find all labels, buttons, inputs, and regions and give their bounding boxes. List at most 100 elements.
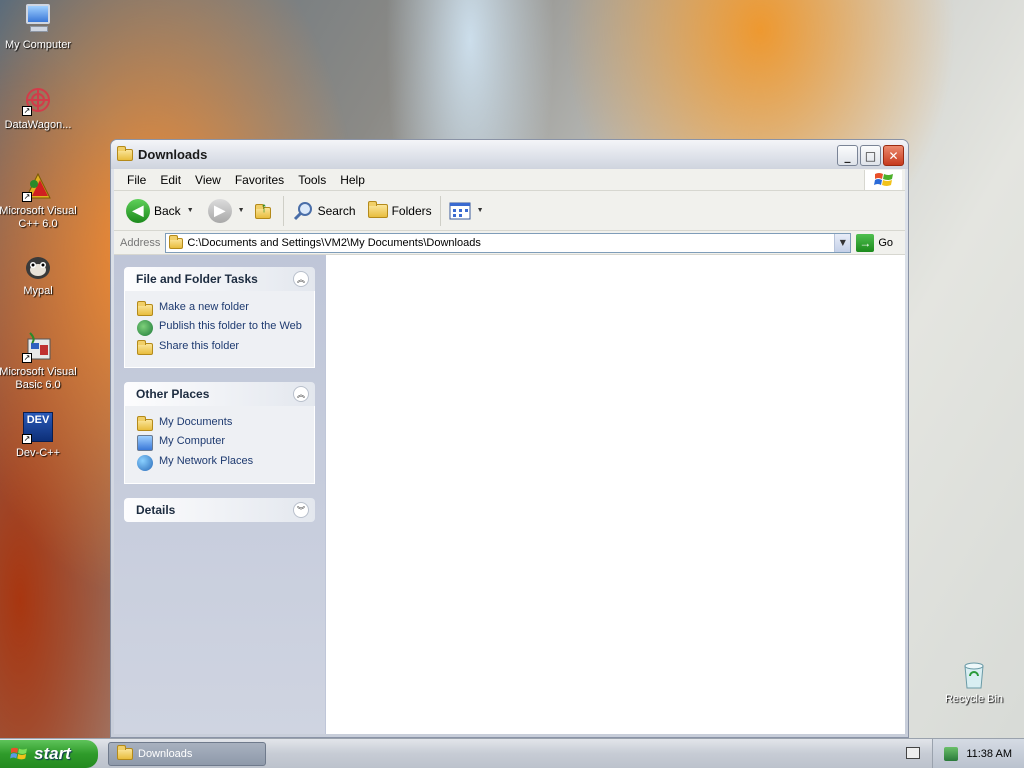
views-button[interactable]: ▼ — [445, 202, 488, 220]
clock[interactable]: 11:38 AM — [966, 748, 1012, 760]
place-my-network-places[interactable]: My Network Places — [137, 455, 304, 471]
address-field[interactable]: C:\Documents and Settings\VM2\My Documen… — [165, 232, 852, 253]
details-header[interactable]: Details ︾ — [124, 498, 315, 522]
folders-button[interactable]: Folders — [364, 200, 436, 218]
task-label: Publish this folder to the Web — [159, 320, 302, 332]
maximize-icon: □ — [864, 148, 877, 163]
file-list-area[interactable] — [325, 255, 905, 734]
folders-icon — [367, 200, 388, 218]
back-dropdown-icon[interactable]: ▼ — [187, 207, 194, 214]
desktop-icon-dev-cpp[interactable]: DEV ↗ Dev-C++ — [0, 412, 81, 460]
task-pane: File and Folder Tasks ︽ Make a new folde… — [114, 255, 325, 734]
search-button[interactable]: Search — [288, 200, 360, 222]
dev-icon-text: DEV — [26, 414, 50, 426]
desktop-icon-datawagon[interactable]: ↗ DataWagon... — [0, 84, 81, 132]
forward-arrow-icon: ▶ — [207, 198, 232, 223]
folder-icon — [117, 145, 133, 161]
menu-view[interactable]: View — [188, 173, 228, 187]
details-panel: Details ︾ — [124, 498, 315, 522]
search-icon — [293, 201, 312, 220]
desktop-icon-recycle-bin[interactable]: Recycle Bin — [931, 658, 1017, 706]
place-label: My Network Places — [159, 455, 254, 467]
close-icon: ✕ — [888, 148, 899, 163]
up-folder-icon: ↑ — [253, 199, 275, 221]
collapse-icon[interactable]: ︽ — [293, 386, 309, 402]
network-places-icon — [137, 455, 153, 471]
views-icon — [449, 202, 471, 219]
address-bar: Address C:\Documents and Settings\VM2\My… — [114, 231, 905, 255]
taskbar-item-label: Downloads — [138, 748, 193, 760]
address-value: C:\Documents and Settings\VM2\My Documen… — [187, 236, 481, 249]
menu-help[interactable]: Help — [333, 173, 372, 187]
forward-button[interactable]: ▶ ▼ — [204, 198, 249, 223]
new-folder-icon — [137, 301, 153, 316]
desktop-icon-label: Microsoft Visual Basic 6.0 — [0, 366, 77, 391]
system-tray: 11:38 AM — [932, 739, 1024, 768]
datawagon-icon: ↗ — [22, 84, 54, 116]
folders-label: Folders — [391, 203, 432, 218]
folder-icon — [117, 745, 133, 760]
toolbar: ◀ Back ▼ ▶ ▼ ↑ Search Folders ▼ — [114, 191, 905, 231]
task-share-folder[interactable]: Share this folder — [137, 340, 304, 355]
back-button[interactable]: ◀ Back ▼ — [122, 198, 198, 223]
file-folder-tasks-header[interactable]: File and Folder Tasks ︽ — [124, 267, 315, 291]
back-arrow-icon: ◀ — [126, 198, 150, 223]
my-computer-icon — [137, 435, 153, 451]
menu-tools[interactable]: Tools — [291, 173, 333, 187]
file-folder-tasks-title: File and Folder Tasks — [136, 272, 258, 286]
explorer-window: Downloads _ □ ✕ File Edit View Favorites… — [110, 139, 909, 738]
recycle-bin-icon — [958, 658, 990, 690]
desktop-icon-label: Dev-C++ — [15, 447, 61, 459]
taskbar-item-downloads[interactable]: Downloads — [108, 742, 266, 766]
desktop-icon-visual-basic[interactable]: ↗ Microsoft Visual Basic 6.0 — [0, 331, 81, 392]
address-folder-icon — [169, 235, 184, 249]
menu-file[interactable]: File — [120, 173, 153, 187]
share-folder-icon — [137, 340, 153, 355]
back-label: Back — [154, 203, 181, 218]
expand-icon[interactable]: ︾ — [293, 502, 309, 518]
windows-logo-icon — [10, 747, 27, 760]
task-make-new-folder[interactable]: Make a new folder — [137, 301, 304, 316]
task-label: Share this folder — [159, 340, 240, 352]
my-documents-icon — [137, 416, 153, 431]
taskbar: start Downloads 11:38 AM — [0, 738, 1024, 768]
title-bar[interactable]: Downloads _ □ ✕ — [111, 140, 908, 169]
views-dropdown-icon: ▼ — [476, 207, 484, 214]
desktop-icon-mypal[interactable]: Mypal — [0, 250, 81, 298]
forward-dropdown-icon[interactable]: ▼ — [238, 207, 245, 214]
desktop-icon-label: Mypal — [23, 285, 53, 297]
place-my-documents[interactable]: My Documents — [137, 416, 304, 431]
minimize-button[interactable]: _ — [837, 145, 858, 166]
menu-bar: File Edit View Favorites Tools Help — [114, 169, 905, 191]
desktop-icon-label: Microsoft Visual C++ 6.0 — [0, 205, 77, 230]
address-dropdown-button[interactable]: ▼ — [834, 233, 851, 252]
other-places-panel: Other Places ︽ My Documents My Computer … — [124, 382, 315, 484]
place-label: My Documents — [159, 416, 233, 428]
task-label: Make a new folder — [159, 301, 249, 313]
collapse-icon[interactable]: ︽ — [293, 271, 309, 287]
menu-favorites[interactable]: Favorites — [228, 173, 291, 187]
start-button[interactable]: start — [0, 740, 98, 768]
menu-edit[interactable]: Edit — [153, 173, 188, 187]
address-label: Address — [120, 236, 161, 249]
desktop-icon-my-computer[interactable]: My Computer — [0, 4, 81, 52]
publish-web-icon — [137, 320, 153, 336]
network-icon[interactable] — [944, 747, 959, 761]
minimize-icon: _ — [844, 148, 851, 163]
task-publish-folder[interactable]: Publish this folder to the Web — [137, 320, 304, 336]
keyboard-icon[interactable] — [906, 747, 920, 759]
go-button[interactable]: → Go — [856, 233, 893, 252]
place-my-computer[interactable]: My Computer — [137, 435, 304, 451]
close-button[interactable]: ✕ — [883, 145, 904, 166]
visual-cpp-icon: ↗ — [22, 170, 54, 202]
toolbar-separator — [439, 195, 441, 226]
up-folder-button[interactable]: ↑ — [249, 199, 279, 221]
desktop-icon-label: Recycle Bin — [944, 693, 1004, 705]
search-label: Search — [317, 203, 356, 218]
visual-basic-icon: ↗ — [22, 331, 54, 363]
go-arrow-icon: → — [856, 233, 875, 252]
other-places-header[interactable]: Other Places ︽ — [124, 382, 315, 406]
mypal-icon — [22, 250, 54, 282]
maximize-button[interactable]: □ — [860, 145, 881, 166]
desktop-icon-visual-cpp[interactable]: ↗ Microsoft Visual C++ 6.0 — [0, 170, 81, 231]
